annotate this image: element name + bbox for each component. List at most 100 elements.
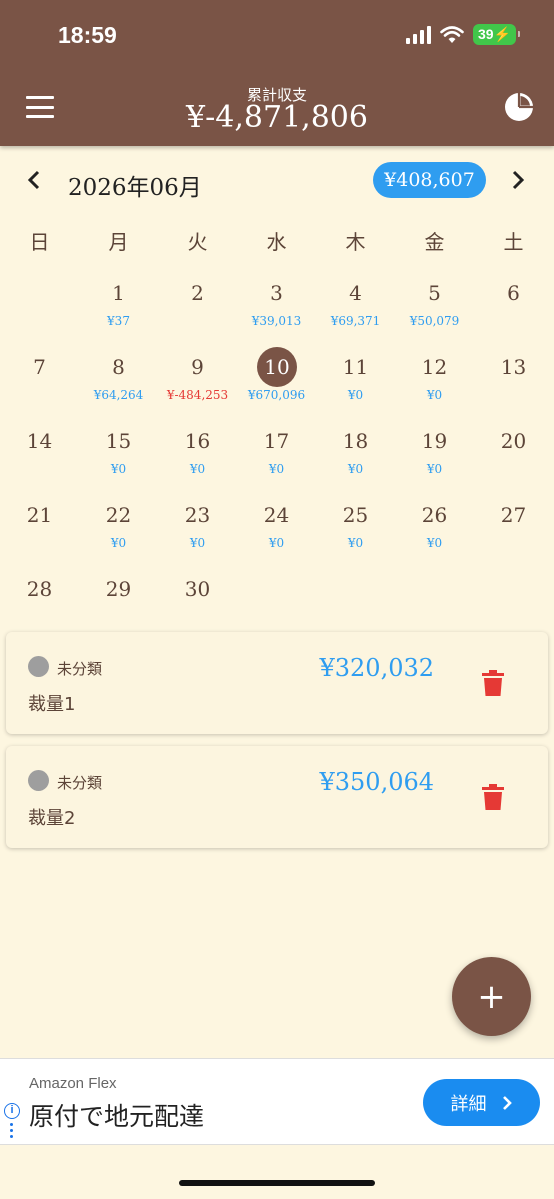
day-number: 28 <box>26 577 53 601</box>
status-icons: 39⚡ <box>405 24 521 45</box>
calendar-day[interactable]: 5 ¥50,079 <box>395 270 474 340</box>
calendar-day[interactable]: 9 ¥-484,253 <box>158 344 237 414</box>
ad-cta-label: 詳細 <box>450 1093 487 1115</box>
day-amount: ¥-484,253 <box>166 388 229 402</box>
day-amount: ¥37 <box>107 314 130 328</box>
chevron-left-icon <box>27 170 40 190</box>
day-number: 19 <box>421 429 448 453</box>
day-number: 7 <box>33 355 46 379</box>
ad-details-button[interactable]: 詳細 <box>423 1079 540 1126</box>
category-label: 未分類 <box>57 774 103 792</box>
day-amount: ¥0 <box>110 536 127 550</box>
category-color-icon <box>28 656 49 677</box>
transaction-amount: ¥350,064 <box>319 768 434 796</box>
signal-icon <box>405 25 431 44</box>
day-number: 5 <box>428 281 441 305</box>
day-number: 25 <box>342 503 369 527</box>
day-number: 24 <box>263 503 290 527</box>
day-amount: ¥0 <box>347 462 364 476</box>
calendar-day[interactable]: 19 ¥0 <box>395 418 474 488</box>
day-number: 15 <box>105 429 132 453</box>
next-month-button[interactable] <box>508 168 528 198</box>
calendar-day[interactable]: 25 ¥0 <box>316 492 395 562</box>
ad-headline: 原付で地元配達 <box>29 1102 205 1131</box>
day-amount: ¥69,371 <box>330 314 381 328</box>
calendar-day[interactable]: 20 <box>474 418 553 488</box>
weekday-label: 土 <box>503 230 524 254</box>
add-transaction-button[interactable]: + <box>452 957 531 1036</box>
day-amount: ¥0 <box>268 536 285 550</box>
app-header: 18:59 39⚡ 累計収支 ¥-4,871,806 <box>0 0 554 146</box>
pie-chart-icon[interactable] <box>504 92 534 122</box>
battery-icon: 39⚡ <box>472 24 521 45</box>
month-title: 2026年06月 <box>68 175 202 201</box>
month-navigation: 2026年06月 ¥408,607 <box>0 162 554 202</box>
ad-options-icon[interactable] <box>10 1123 13 1138</box>
calendar-day[interactable]: 7 <box>0 344 79 414</box>
calendar-day[interactable]: 22 ¥0 <box>79 492 158 562</box>
selected-day-number: 10 <box>257 347 297 387</box>
day-number: 4 <box>349 281 362 305</box>
day-amount: ¥670,096 <box>247 388 306 402</box>
calendar-day[interactable]: 21 <box>0 492 79 562</box>
calendar-day[interactable]: 6 <box>474 270 553 340</box>
calendar-day[interactable]: 29 <box>79 566 158 636</box>
ad-banner[interactable]: i Amazon Flex 原付で地元配達 詳細 <box>0 1058 554 1145</box>
transaction-card[interactable]: 未分類裁量2 ¥350,064 <box>6 746 548 848</box>
calendar-day[interactable]: 30 <box>158 566 237 636</box>
transaction-title: 裁量2 <box>28 808 76 829</box>
calendar-day[interactable]: 13 <box>474 344 553 414</box>
day-number: 3 <box>270 281 283 305</box>
weekday-label: 日 <box>29 230 50 254</box>
day-number: 22 <box>105 503 132 527</box>
status-time: 18:59 <box>58 22 117 48</box>
day-number: 8 <box>112 355 125 379</box>
calendar-day[interactable]: 23 ¥0 <box>158 492 237 562</box>
day-number: 9 <box>191 355 204 379</box>
calendar-day[interactable]: 4 ¥69,371 <box>316 270 395 340</box>
calendar-day[interactable]: 3 ¥39,013 <box>237 270 316 340</box>
day-amount: ¥0 <box>347 388 364 402</box>
month-total-badge: ¥408,607 <box>373 162 486 198</box>
calendar-day[interactable]: 1 ¥37 <box>79 270 158 340</box>
calendar-day[interactable]: 14 <box>0 418 79 488</box>
calendar-day[interactable]: 16 ¥0 <box>158 418 237 488</box>
chevron-right-icon <box>502 1095 512 1110</box>
calendar-day[interactable]: 8 ¥64,264 <box>79 344 158 414</box>
calendar-day[interactable]: 15 ¥0 <box>79 418 158 488</box>
calendar-day[interactable]: 11 ¥0 <box>316 344 395 414</box>
weekday-label: 水 <box>266 230 287 254</box>
trash-icon[interactable] <box>482 784 504 810</box>
day-amount: ¥50,079 <box>409 314 460 328</box>
cumulative-total: ¥-4,871,806 <box>186 100 368 135</box>
weekday-label: 火 <box>187 230 208 254</box>
calendar-day[interactable]: 12 ¥0 <box>395 344 474 414</box>
prev-month-button[interactable] <box>24 168 44 198</box>
day-amount: ¥0 <box>426 462 443 476</box>
wifi-icon <box>440 25 464 43</box>
transaction-amount: ¥320,032 <box>319 654 434 682</box>
calendar-day[interactable]: 26 ¥0 <box>395 492 474 562</box>
day-number: 26 <box>421 503 448 527</box>
calendar-day[interactable]: 10 ¥670,096 <box>237 344 316 414</box>
transaction-card[interactable]: 未分類 裁量1 ¥320,032 <box>6 632 548 734</box>
day-number: 14 <box>26 429 53 453</box>
calendar-day[interactable]: 17 ¥0 <box>237 418 316 488</box>
calendar-day[interactable]: 2 <box>158 270 237 340</box>
day-number: 13 <box>500 355 527 379</box>
calendar-day[interactable]: 28 <box>0 566 79 636</box>
calendar-day[interactable]: 24 ¥0 <box>237 492 316 562</box>
transaction-title: 裁量1 <box>28 694 76 715</box>
trash-icon[interactable] <box>482 670 504 696</box>
day-number: 11 <box>342 355 369 379</box>
day-amount: ¥0 <box>189 536 206 550</box>
home-indicator <box>179 1180 375 1186</box>
calendar-day[interactable]: 27 <box>474 492 553 562</box>
day-number: 16 <box>184 429 211 453</box>
day-number: 20 <box>500 429 527 453</box>
info-icon[interactable]: i <box>4 1103 20 1119</box>
calendar-day[interactable]: 18 ¥0 <box>316 418 395 488</box>
day-number: 1 <box>112 281 125 305</box>
weekday-label: 木 <box>345 230 366 254</box>
plus-icon: + <box>477 976 506 1017</box>
